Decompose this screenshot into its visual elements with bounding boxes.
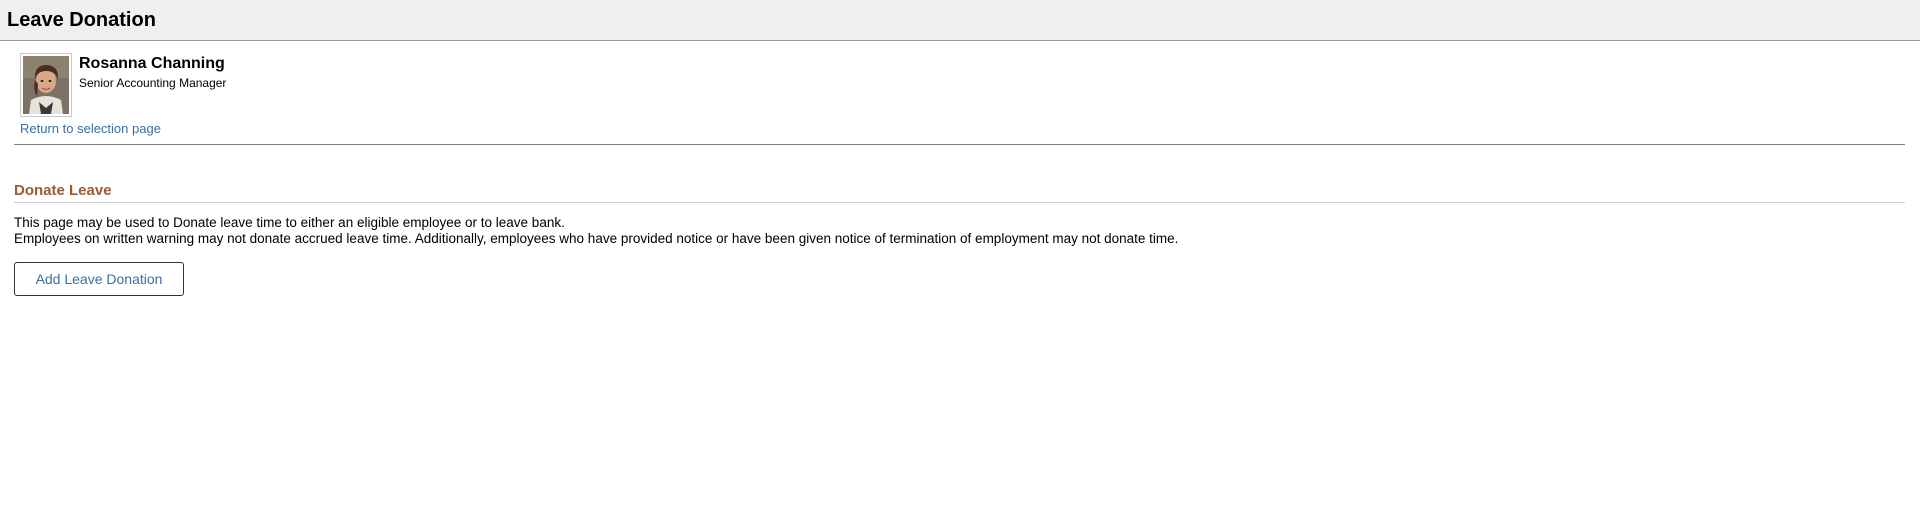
- employee-job-title: Senior Accounting Manager: [79, 76, 227, 90]
- section-description: This page may be used to Donate leave ti…: [14, 215, 1178, 247]
- page-header: Leave Donation: [0, 0, 1920, 41]
- description-line-2: Employees on written warning may not don…: [14, 231, 1179, 246]
- section-divider: [14, 202, 1905, 203]
- employee-name: Rosanna Channing: [79, 55, 225, 72]
- description-line-1: This page may be used to Donate leave ti…: [14, 215, 565, 230]
- employee-info: Rosanna Channing Senior Accounting Manag…: [79, 53, 226, 117]
- add-leave-donation-button[interactable]: Add Leave Donation: [14, 262, 184, 296]
- employee-photo: [20, 53, 72, 117]
- section-title: Donate Leave: [14, 182, 112, 199]
- return-to-selection-link[interactable]: Return to selection page: [20, 121, 161, 136]
- avatar-image: [23, 56, 69, 114]
- divider: [14, 144, 1905, 145]
- employee-card: Rosanna Channing Senior Accounting Manag…: [20, 53, 226, 117]
- page-title: Leave Donation: [7, 8, 156, 31]
